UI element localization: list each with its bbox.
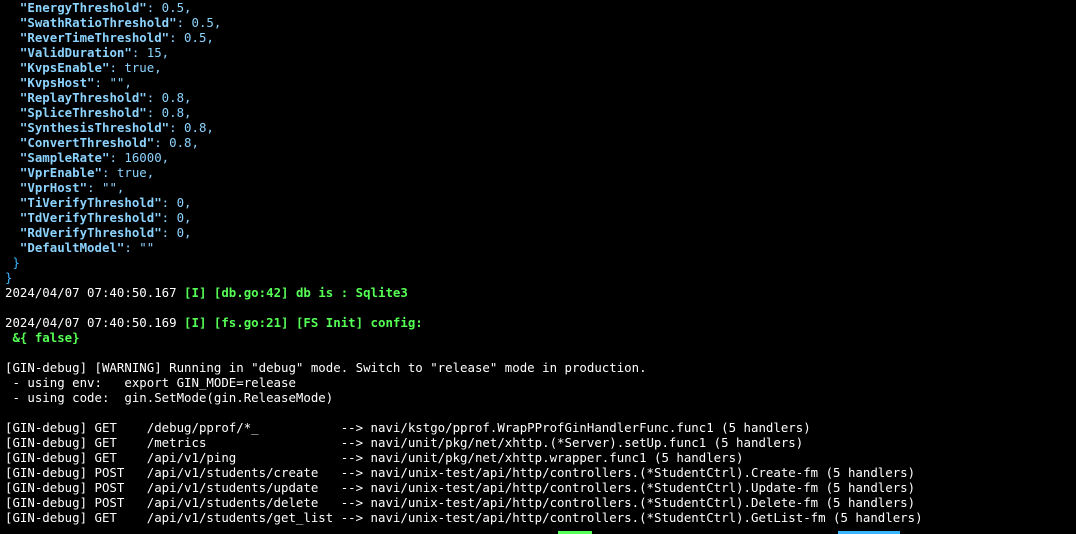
config-key: "SpliceThreshold" [19, 105, 147, 120]
config-value: : 0.5, [146, 0, 192, 15]
config-value: : 0, [161, 225, 192, 240]
gin-route-line: [GIN-debug] POST /api/v1/students/delete… [5, 495, 916, 510]
log-timestamp: 2024/04/07 07:40:50.167 [5, 285, 185, 300]
gin-route-line: [GIN-debug] POST /api/v1/students/update… [5, 480, 916, 495]
config-key: "ReverTimeThreshold" [19, 30, 170, 45]
config-key: "VprHost" [19, 180, 88, 195]
log-message: [I] [db.go:42] db is : Sqlite3 [184, 285, 408, 300]
config-line: "SampleRate": 16000, [0, 150, 1076, 165]
config-line: "TiVerifyThreshold": 0, [0, 195, 1076, 210]
fs-config-value: &{ false} [5, 330, 80, 345]
terminal-window[interactable]: "EnergyThreshold": 0.5, "SwathRatioThres… [0, 0, 1076, 534]
config-key: "SwathRatioThreshold" [19, 15, 177, 30]
config-value: : "" [124, 240, 155, 255]
config-line: "ReverTimeThreshold": 0.5, [0, 30, 1076, 45]
config-key: "DefaultModel" [19, 240, 125, 255]
config-close-outer: } [5, 270, 13, 285]
config-key: "RdVerifyThreshold" [19, 225, 162, 240]
config-key: "ValidDuration" [19, 45, 132, 60]
config-value: : 0.8, [146, 105, 192, 120]
config-key: "KvpsHost" [19, 75, 95, 90]
gin-route-line: [GIN-debug] GET /debug/pprof/*_ --> navi… [5, 420, 811, 435]
config-line: "ValidDuration": 15, [0, 45, 1076, 60]
config-line: "VprEnable": true, [0, 165, 1076, 180]
config-value: : "", [94, 75, 132, 90]
config-line: "RdVerifyThreshold": 0, [0, 225, 1076, 240]
config-value: : 0.5, [169, 30, 214, 45]
gin-route-line: [GIN-debug] GET /api/v1/ping --> navi/un… [5, 450, 744, 465]
gin-warning-line: - using code: gin.SetMode(gin.ReleaseMod… [5, 390, 334, 405]
gin-route-line: [GIN-debug] GET /api/v1/students/get_lis… [5, 510, 923, 525]
config-value: : 0, [161, 195, 192, 210]
config-key: "TiVerifyThreshold" [19, 195, 162, 210]
config-close-inner: } [5, 255, 20, 270]
config-line: "EnergyThreshold": 0.5, [0, 0, 1076, 15]
gin-route-line: [GIN-debug] GET /metrics --> navi/unit/p… [5, 435, 804, 450]
config-line: "SynthesisThreshold": 0.8, [0, 120, 1076, 135]
config-value: : 0.8, [146, 90, 192, 105]
config-value: : true, [101, 165, 155, 180]
config-value: : 15, [131, 45, 170, 60]
config-line: "KvpsHost": "", [0, 75, 1076, 90]
config-line: "DefaultModel": "" [0, 240, 1076, 255]
config-line: "TdVerifyThreshold": 0, [0, 210, 1076, 225]
config-key: "ReplayThreshold" [19, 90, 147, 105]
config-key: "ConvertThreshold" [19, 135, 155, 150]
config-value: : 0.8, [154, 135, 199, 150]
config-key: "SynthesisThreshold" [19, 120, 170, 135]
config-value: : "", [87, 180, 125, 195]
config-line: "SwathRatioThreshold": 0.5, [0, 15, 1076, 30]
log-message: [I] [fs.go:21] [FS Init] config: [184, 315, 423, 330]
log-line-fs: 2024/04/07 07:40:50.169 [I] [fs.go:21] [… [0, 315, 1076, 330]
config-key: "VprEnable" [19, 165, 102, 180]
config-value: : 0, [161, 210, 192, 225]
config-line: "ReplayThreshold": 0.8, [0, 90, 1076, 105]
gin-warning-line: [GIN-debug] [WARNING] Running in "debug"… [5, 360, 647, 375]
config-json-block: "EnergyThreshold": 0.5, "SwathRatioThres… [0, 0, 1076, 255]
config-line: "VprHost": "", [0, 180, 1076, 195]
config-key: "SampleRate" [19, 150, 110, 165]
config-value: : 0.5, [176, 15, 222, 30]
gin-route-line: [GIN-debug] POST /api/v1/students/create… [5, 465, 916, 480]
config-key: "TdVerifyThreshold" [19, 210, 162, 225]
config-line: "ConvertThreshold": 0.8, [0, 135, 1076, 150]
config-value: : 16000, [109, 150, 170, 165]
config-line: "KvpsEnable": true, [0, 60, 1076, 75]
log-timestamp: 2024/04/07 07:40:50.169 [5, 315, 185, 330]
config-line: "SpliceThreshold": 0.8, [0, 105, 1076, 120]
config-key: "EnergyThreshold" [19, 0, 147, 15]
log-line-db: 2024/04/07 07:40:50.167 [I] [db.go:42] d… [0, 285, 1076, 300]
gin-warning-line: - using env: export GIN_MODE=release [5, 375, 296, 390]
config-key: "KvpsEnable" [19, 60, 110, 75]
config-value: : true, [109, 60, 162, 75]
config-value: : 0.8, [169, 120, 214, 135]
